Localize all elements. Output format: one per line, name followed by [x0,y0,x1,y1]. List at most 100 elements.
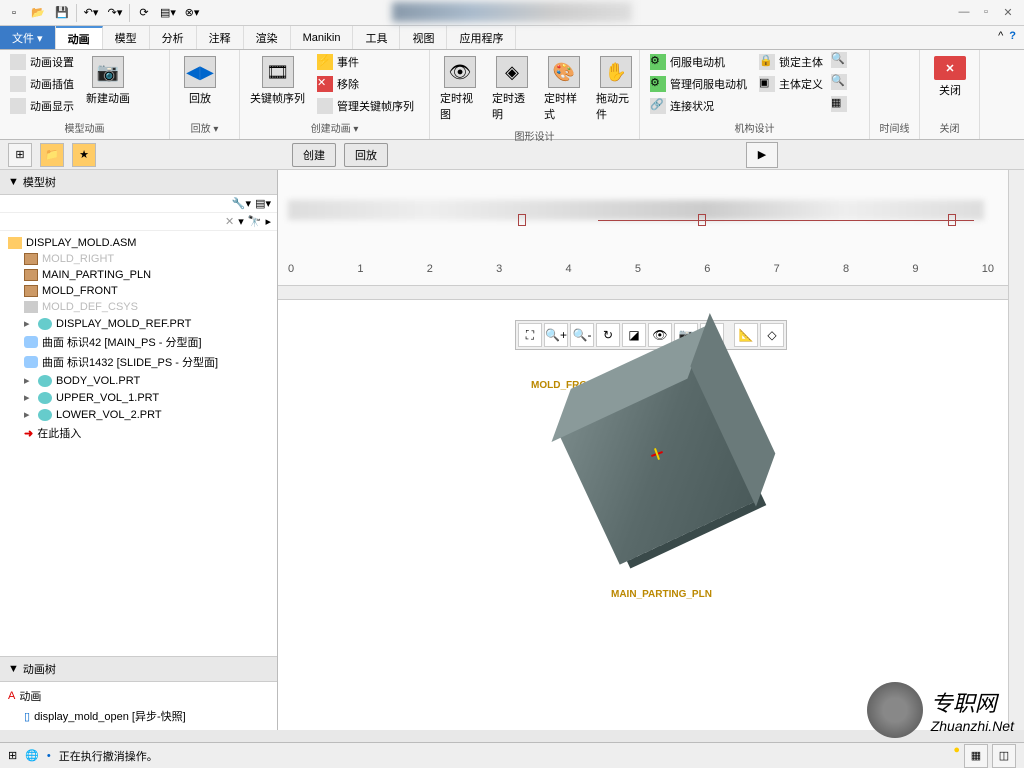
binoculars-icon[interactable]: 🔭 [248,215,262,228]
mold-cube[interactable] [556,365,755,564]
qat-save-icon[interactable]: 💾 [52,3,72,23]
search-next-icon[interactable]: ▸ [265,215,271,228]
timed-style-button[interactable]: 🎨定时样式 [540,52,588,126]
drag-comp-button[interactable]: ✋拖动元件 [592,52,640,126]
timeline-marker-end[interactable] [948,214,956,226]
maximize-icon[interactable]: ▫ [978,4,994,20]
qat-close-icon[interactable]: ⊗▾ [182,3,202,23]
expand-icon[interactable]: ▸ [24,391,34,404]
annotation-icon[interactable]: 📐 [734,323,758,347]
timed-trans-button[interactable]: ◈定时透明 [488,52,536,126]
qat-windows-icon[interactable]: ▤▾ [158,3,178,23]
anim-interp-button[interactable]: 动画插值 [6,74,78,94]
favorites-icon[interactable]: ★ [72,143,96,167]
tree-node[interactable]: ▸UPPER_VOL_1.PRT [20,389,273,406]
model-3d-view[interactable]: MOLD_FRONT MAIN_PARTING_PLN [531,370,771,610]
tree-tool-2[interactable]: ▤▾ [255,197,271,210]
tab-view[interactable]: 视图 [400,26,447,49]
tab-apps[interactable]: 应用程序 [447,26,516,49]
timeline[interactable]: 012345678910 [278,170,1024,300]
tree-node[interactable]: ▸BODY_VOL.PRT [20,372,273,389]
plane-icon [24,269,38,281]
tab-model[interactable]: 模型 [103,26,150,49]
timeline-marker-mid[interactable] [698,214,706,226]
datum-icon[interactable]: ◇ [760,323,784,347]
tool-icon-2[interactable]: 🔍 [831,74,847,90]
tree-close-icon[interactable]: ✕ [225,215,234,228]
search-dropdown-icon[interactable]: ▾ [238,215,244,228]
tree-node[interactable]: 曲面 标识42 [MAIN_PS - 分型面] [20,332,273,352]
tree-node[interactable]: ▸LOWER_VOL_2.PRT [20,406,273,423]
status-icon-1[interactable]: ⊞ [8,749,17,762]
qat-new-icon[interactable]: ▫ [4,3,24,23]
timeline-marker-start[interactable] [518,214,526,226]
help-icon[interactable]: ? [1009,30,1016,42]
tree-node[interactable]: ▸DISPLAY_MOLD_REF.PRT [20,315,273,332]
tab-manikin[interactable]: Manikin [291,26,354,49]
expand-icon[interactable]: ▸ [24,317,34,330]
zoom-in-icon[interactable]: 🔍+ [544,323,568,347]
tree-view-icon[interactable]: ⊞ [8,143,32,167]
timeline-track[interactable] [598,220,974,221]
tab-tools[interactable]: 工具 [353,26,400,49]
playback-button[interactable]: ◀▶回放 [176,52,224,110]
anim-root[interactable]: A动画 [4,686,273,706]
close-window-icon[interactable]: ✕ [1000,4,1016,20]
conn-status-button[interactable]: 🔗连接状况 [646,96,751,116]
status-indicator-icon[interactable]: ● [953,744,960,768]
menu-file[interactable]: 文件 ▾ [0,26,56,49]
qat-undo-icon[interactable]: ↶▾ [81,3,101,23]
viewport-scrollbar-v[interactable] [1008,170,1024,730]
playback-button-2[interactable]: 回放 [344,143,388,167]
tree-node[interactable]: 曲面 标识1432 [SLIDE_PS - 分型面] [20,352,273,372]
anim-display-button[interactable]: 动画显示 [6,96,78,116]
event-button[interactable]: ⚡事件 [313,52,418,72]
qat-open-icon[interactable]: 📂 [28,3,48,23]
create-button[interactable]: 创建 [292,143,336,167]
tab-annotate[interactable]: 注释 [197,26,244,49]
tree-node[interactable]: MAIN_PARTING_PLN [20,267,273,283]
ribbon-toggle-icon[interactable]: ^ [998,30,1003,42]
tree-root[interactable]: DISPLAY_MOLD.ASM [4,235,273,251]
shading-icon[interactable]: ◪ [622,323,646,347]
anim-settings-button[interactable]: 动画设置 [6,52,78,72]
servo-motor-button[interactable]: ⚙伺服电动机 [646,52,751,72]
manage-servo-button[interactable]: ⚙管理伺服电动机 [646,74,751,94]
status-icon-2[interactable]: 🌐 [25,749,39,762]
status-tool-1[interactable]: ▦ [964,744,988,768]
new-anim-button[interactable]: 📷新建动画 [82,52,134,110]
qat-redo-icon[interactable]: ↷▾ [105,3,125,23]
tab-render[interactable]: 渲染 [244,26,291,49]
remove-button[interactable]: ✕移除 [313,74,418,94]
timed-view-button[interactable]: 👁定时视图 [436,52,484,126]
model-tree-header[interactable]: ▼ 模型树 [0,170,277,195]
tab-animation[interactable]: 动画 [56,26,103,49]
anim-tree-header[interactable]: ▼ 动画树 [0,656,277,682]
tree-node[interactable]: MOLD_RIGHT [20,251,273,267]
tree-insert-here[interactable]: ➜在此插入 [20,423,273,443]
zoom-out-icon[interactable]: 🔍- [570,323,594,347]
expand-icon[interactable]: ▸ [24,374,34,387]
expand-icon[interactable]: ▸ [24,408,34,421]
manage-kfs-button[interactable]: 管理关键帧序列 [313,96,418,116]
tree-tool-1[interactable]: 🔧▾ [232,197,251,210]
repaint-icon[interactable]: ↻ [596,323,620,347]
tab-analysis[interactable]: 分析 [150,26,197,49]
play-button[interactable]: ▶ [746,142,778,168]
status-tool-2[interactable]: ◫ [992,744,1016,768]
lock-body-button[interactable]: 🔒锁定主体 [755,52,827,72]
tree-node[interactable]: MOLD_DEF_CSYS [20,299,273,315]
minimize-icon[interactable]: — [956,4,972,20]
tool-icon-1[interactable]: 🔍 [831,52,847,68]
anim-item[interactable]: ▯display_mold_open [异步-快照] [20,706,273,726]
folder-icon[interactable]: 📁 [40,143,64,167]
tool-icon-3[interactable]: ▦ [831,96,847,112]
zoom-fit-icon[interactable]: ⛶ [518,323,542,347]
viewport[interactable]: 012345678910 ⛶ 🔍+ 🔍- ↻ ◪ 👁 📷 ✱ 📐 ◇ MOLD_… [278,170,1024,730]
timeline-scrollbar[interactable] [278,285,1008,299]
keyframe-seq-button[interactable]: 🎞关键帧序列 [246,52,309,110]
close-button[interactable]: ✕关闭 [926,52,974,102]
body-def-button[interactable]: ▣主体定义 [755,74,827,94]
tree-node[interactable]: MOLD_FRONT [20,283,273,299]
qat-regen-icon[interactable]: ⟳ [134,3,154,23]
